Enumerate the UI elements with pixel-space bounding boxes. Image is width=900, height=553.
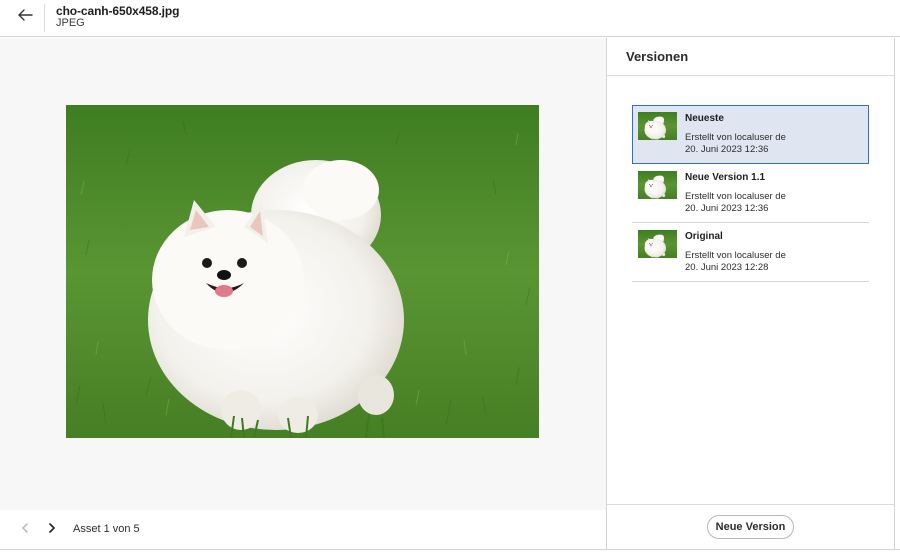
version-created-by: Erstellt von localuser de bbox=[685, 191, 786, 202]
next-asset-button[interactable] bbox=[43, 520, 61, 538]
version-name: Neueste bbox=[685, 113, 724, 124]
version-thumbnail bbox=[638, 171, 677, 199]
new-version-button[interactable]: Neue Version bbox=[707, 515, 794, 539]
versions-panel-header: Versionen bbox=[607, 38, 895, 76]
file-name: cho-canh-650x458.jpg bbox=[56, 4, 180, 18]
chevron-right-icon bbox=[47, 520, 57, 538]
asset-preview-area bbox=[0, 38, 606, 510]
version-thumbnail bbox=[638, 230, 677, 258]
arrow-left-icon bbox=[17, 7, 33, 28]
version-date: 20. Juni 2023 12:28 bbox=[685, 262, 769, 273]
panel-edge-divider bbox=[894, 38, 895, 550]
file-type: JPEG bbox=[56, 17, 85, 29]
asset-navigation: Asset 1 von 5 bbox=[0, 510, 606, 549]
previous-asset-button[interactable] bbox=[16, 520, 34, 538]
header-divider bbox=[44, 4, 45, 32]
version-created-by: Erstellt von localuser de bbox=[685, 250, 786, 261]
versions-panel-footer: Neue Version bbox=[607, 504, 895, 550]
versions-panel: Versionen Neueste Erstellt von localuser… bbox=[606, 38, 895, 550]
top-bar: cho-canh-650x458.jpg JPEG bbox=[0, 0, 900, 37]
chevron-left-icon bbox=[20, 520, 30, 538]
version-date: 20. Juni 2023 12:36 bbox=[685, 144, 769, 155]
back-button[interactable] bbox=[11, 5, 39, 29]
versions-panel-title: Versionen bbox=[626, 49, 689, 64]
version-item-latest[interactable]: Neueste Erstellt von localuser de 20. Ju… bbox=[632, 105, 869, 164]
version-name: Original bbox=[685, 231, 723, 242]
asset-preview-image bbox=[66, 105, 539, 438]
version-thumbnail bbox=[638, 112, 677, 140]
version-created-by: Erstellt von localuser de bbox=[685, 132, 786, 143]
bottom-divider bbox=[0, 549, 900, 550]
version-date: 20. Juni 2023 12:36 bbox=[685, 203, 769, 214]
version-item-1-1[interactable]: Neue Version 1.1 Erstellt von localuser … bbox=[632, 164, 869, 223]
version-list: Neueste Erstellt von localuser de 20. Ju… bbox=[632, 105, 869, 282]
version-item-original[interactable]: Original Erstellt von localuser de 20. J… bbox=[632, 223, 869, 282]
asset-counter: Asset 1 von 5 bbox=[73, 523, 140, 535]
version-name: Neue Version 1.1 bbox=[685, 172, 766, 183]
